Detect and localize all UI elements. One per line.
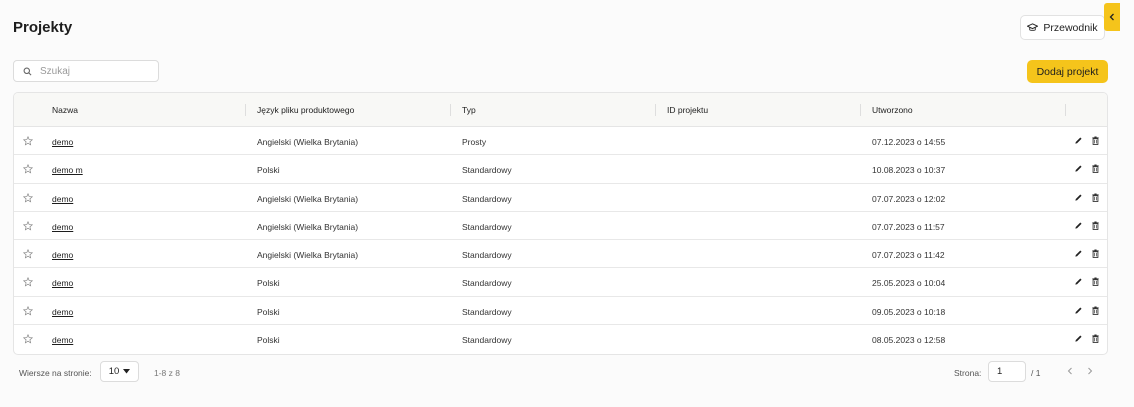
project-created: 10.08.2023 o 10:37: [872, 165, 946, 176]
project-created: 07.07.2023 o 11:57: [872, 221, 945, 232]
project-type: Standardowy: [462, 193, 512, 204]
search-box[interactable]: [13, 60, 159, 82]
star-outline-icon[interactable]: [23, 277, 33, 288]
table-header: Nazwa Język pliku produktowego Typ ID pr…: [14, 93, 1107, 127]
page-title: Projekty: [13, 19, 73, 36]
pencil-icon[interactable]: [1074, 164, 1083, 173]
pencil-icon[interactable]: [1074, 334, 1083, 343]
project-name-link[interactable]: demo: [52, 307, 73, 317]
page-total: / 1: [1031, 368, 1041, 378]
project-language: Angielski (Wielka Brytania): [257, 250, 359, 261]
trash-icon[interactable]: [1091, 249, 1100, 259]
project-language: Polski: [257, 306, 280, 317]
column-header-created[interactable]: Utworzono: [872, 105, 913, 115]
trash-icon[interactable]: [1091, 193, 1100, 202]
project-language: Angielski (Wielka Brytania): [257, 221, 359, 232]
trash-icon[interactable]: [1091, 277, 1100, 287]
project-name-link[interactable]: demo: [52, 194, 73, 204]
projects-table: Nazwa Język pliku produktowego Typ ID pr…: [13, 92, 1108, 355]
table-row: demo Angielski (Wielka Brytania) Standardo…: [14, 212, 1107, 241]
column-separator: [450, 104, 451, 116]
rows-per-page-value: 10: [108, 366, 120, 377]
pencil-icon[interactable]: [1074, 221, 1083, 230]
project-created: 25.05.2023 o 10:04: [872, 278, 946, 289]
project-name-link[interactable]: demo: [52, 222, 73, 232]
project-created: 07.12.2023 o 14:55: [872, 137, 946, 147]
project-language: Angielski (Wielka Brytania): [257, 137, 359, 147]
column-header-id[interactable]: ID projektu: [667, 105, 708, 115]
trash-icon[interactable]: [1091, 306, 1100, 315]
project-name-link[interactable]: demo: [52, 250, 73, 260]
project-language: Angielski (Wielka Brytania): [257, 193, 359, 204]
column-separator: [655, 104, 656, 116]
column-header-type[interactable]: Typ: [462, 105, 476, 115]
star-outline-icon[interactable]: [23, 305, 33, 316]
guide-button[interactable]: Przewodnik: [1020, 15, 1105, 40]
star-outline-icon[interactable]: [23, 164, 33, 174]
pencil-icon[interactable]: [1074, 306, 1083, 315]
table-row: demo Polski Standardowy 08.05.2023 o 12:58: [14, 325, 1107, 353]
search-input[interactable]: [40, 65, 140, 77]
column-header-name[interactable]: Nazwa: [52, 105, 78, 115]
project-type: Standardowy: [462, 306, 512, 317]
project-type: Prosty: [462, 137, 487, 147]
caret-down-icon: [123, 369, 131, 374]
column-separator: [1065, 104, 1066, 116]
project-type: Standardowy: [462, 250, 512, 261]
add-project-button[interactable]: Dodaj projekt: [1027, 60, 1108, 83]
pencil-icon[interactable]: [1074, 277, 1083, 286]
guide-button-label: Przewodnik: [1043, 21, 1098, 34]
pencil-icon[interactable]: [1074, 249, 1083, 258]
column-separator: [860, 104, 861, 116]
sidebar-collapse-tab[interactable]: [1104, 3, 1120, 31]
star-outline-icon[interactable]: [23, 136, 33, 146]
graduation-cap-icon: [1027, 23, 1039, 31]
pencil-icon[interactable]: [1074, 136, 1083, 145]
pagination-bar: Wiersze na stronie: 10 1-8 z 8 Strona: /…: [13, 360, 1108, 384]
project-name-link[interactable]: demo m: [52, 165, 83, 175]
table-row: demo Angielski (Wielka Brytania) Prosty 07.…: [14, 127, 1107, 156]
table-row: demo Polski Standardowy 25.05.2023 o 10:04: [14, 268, 1107, 297]
project-type: Standardowy: [462, 335, 512, 346]
project-language: Polski: [257, 335, 280, 346]
project-language: Polski: [257, 165, 280, 176]
project-created: 07.07.2023 o 11:42: [872, 250, 945, 261]
page-label: Strona:: [954, 368, 982, 378]
table-row: demo Polski Standardowy 09.05.2023 o 10:18: [14, 297, 1107, 326]
project-name-link[interactable]: demo: [52, 278, 73, 288]
project-type: Standardowy: [462, 221, 512, 232]
project-language: Polski: [257, 278, 280, 289]
star-outline-icon[interactable]: [23, 192, 33, 203]
prev-page-icon[interactable]: [1066, 366, 1074, 376]
project-name-link[interactable]: demo: [52, 335, 73, 345]
trash-icon[interactable]: [1091, 164, 1100, 174]
table-row: demo Angielski (Wielka Brytania) Standardo…: [14, 240, 1107, 269]
column-separator: [245, 104, 246, 116]
row-range-text: 1-8 z 8: [154, 368, 180, 378]
projects-page: Projekty Przewodnik Dodaj projekt Nazwa …: [0, 0, 1134, 407]
page-number-input[interactable]: [988, 361, 1026, 382]
next-page-icon[interactable]: [1086, 366, 1094, 376]
project-created: 07.07.2023 o 12:02: [872, 193, 946, 204]
trash-icon[interactable]: [1091, 334, 1100, 343]
star-outline-icon[interactable]: [23, 220, 33, 231]
column-header-language[interactable]: Język pliku produktowego: [257, 105, 354, 115]
chevron-left-icon: [1109, 13, 1114, 21]
project-created: 08.05.2023 o 12:58: [872, 335, 946, 346]
table-body: demo Angielski (Wielka Brytania) Prosty 07.…: [14, 127, 1107, 353]
project-created: 09.05.2023 o 10:18: [872, 306, 946, 317]
table-row: demo Angielski (Wielka Brytania) Standardo…: [14, 184, 1107, 212]
project-name-link[interactable]: demo: [52, 137, 73, 147]
table-row: demo m Polski Standardowy 10.08.2023 o 10:3…: [14, 155, 1107, 184]
rows-per-page-select[interactable]: 10: [100, 361, 139, 382]
project-type: Standardowy: [462, 278, 512, 289]
project-type: Standardowy: [462, 165, 512, 176]
star-outline-icon[interactable]: [23, 249, 33, 259]
trash-icon[interactable]: [1091, 221, 1100, 230]
star-outline-icon[interactable]: [23, 334, 33, 344]
search-icon: [23, 67, 32, 75]
rows-per-page-label: Wiersze na stronie:: [19, 368, 92, 378]
trash-icon[interactable]: [1091, 136, 1100, 145]
pencil-icon[interactable]: [1074, 193, 1083, 202]
